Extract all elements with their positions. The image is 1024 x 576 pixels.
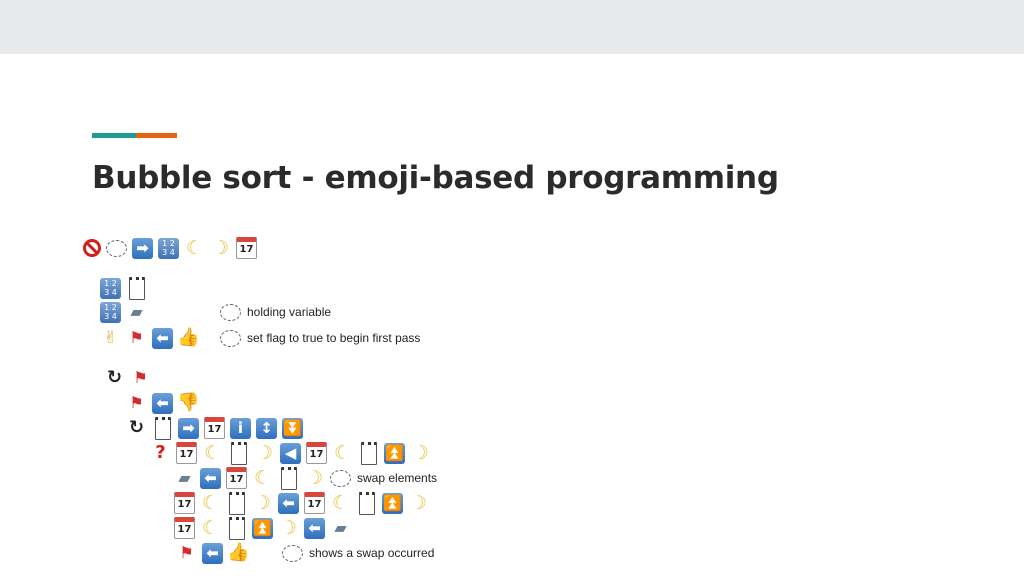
red-flag-icon: ⚑: [133, 368, 148, 387]
code-line-12: ⚑ ⬅ 👍 shows a swap occurred: [176, 541, 434, 565]
crescent-moon-right-icon: ☽: [253, 491, 272, 514]
crescent-moon-left-icon: ☾: [203, 441, 222, 464]
folder-icon: ▰: [178, 468, 191, 487]
code-line-10: 17 ☾ ☽ ⬅ 17 ☾ ⏫ ☽: [174, 491, 434, 515]
crescent-moon-left-icon: ☾: [201, 491, 220, 514]
fast-up-icon: ⏫: [382, 492, 403, 514]
comment-text-occurred: shows a swap occurred: [309, 546, 435, 560]
thought-bubble-icon: [220, 329, 241, 347]
crescent-moon-right-icon: ☽: [279, 516, 298, 539]
top-bar: [0, 0, 1024, 54]
crescent-moon-right-icon: ☽: [305, 466, 324, 489]
thought-bubble-icon: [106, 239, 127, 257]
code-line-9: ▰ ⬅ 17 ☾ ☽ swap elements: [174, 466, 437, 490]
crescent-moon-left-icon: ☾: [201, 516, 220, 539]
arrow-left-icon: ⬅: [304, 517, 325, 539]
calendar-icon: 17: [176, 442, 197, 464]
crescent-moon-left-icon: ☾: [253, 466, 272, 489]
code-line-8: ? 17 ☾ ☽ ◀ 17 ☾ ⏫ ☽: [150, 441, 436, 465]
calendar-icon: 17: [174, 492, 195, 514]
slide-title: Bubble sort - emoji-based programming: [92, 160, 779, 196]
arrow-left-icon: ⬅: [200, 467, 221, 489]
crescent-moon-right-icon: ☽: [411, 441, 430, 464]
calendar-icon: 17: [306, 442, 327, 464]
accent-bar-orange: [136, 133, 177, 138]
notepad-icon: [358, 491, 375, 515]
calendar-icon: 17: [226, 467, 247, 489]
folder-icon: ▰: [334, 518, 347, 537]
crescent-moon-left-icon: ☾: [185, 236, 204, 259]
thumbs-down-icon: 👎: [177, 392, 200, 413]
comment-text-holding: holding variable: [247, 305, 332, 319]
red-flag-icon: ⚑: [129, 328, 144, 347]
notepad-icon: [230, 441, 247, 465]
prohibited-icon: [83, 239, 101, 257]
code-line-5: ↻ ⚑: [104, 366, 156, 390]
folder-icon: ▰: [130, 302, 143, 321]
input-numbers-icon: 1 23 4: [100, 301, 121, 323]
red-flag-icon: ⚑: [179, 543, 194, 562]
crescent-moon-right-icon: ☽: [409, 491, 428, 514]
input-numbers-icon: 1 23 4: [158, 237, 179, 259]
thought-bubble-icon: [330, 469, 351, 487]
thought-bubble-icon: [220, 303, 241, 321]
crescent-moon-right-icon: ☽: [255, 441, 274, 464]
notepad-icon: [128, 276, 145, 300]
comment-flag: set flag to true to begin first pass: [220, 326, 420, 350]
calendar-icon: 17: [236, 237, 257, 259]
fast-up-icon: ⏫: [384, 442, 405, 464]
arrow-left-icon: ⬅: [278, 492, 299, 514]
arrow-right-icon: ➡: [178, 417, 199, 439]
thumbs-up-icon: 👍: [177, 327, 200, 348]
code-line-2: 1 23 4: [100, 276, 152, 300]
arrow-left-icon: ⬅: [152, 392, 173, 414]
notepad-icon: [360, 441, 377, 465]
notepad-icon: [154, 416, 171, 440]
crescent-moon-right-icon: ☽: [211, 236, 230, 259]
code-line-1: ➡ 1 23 4 ☾ ☽ 17: [83, 236, 262, 260]
arrow-left-icon: ⬅: [202, 542, 223, 564]
fast-up-icon: ⏫: [252, 517, 273, 539]
red-flag-icon: ⚑: [129, 393, 144, 412]
thought-bubble-icon: [282, 544, 303, 562]
accent-bar-teal: [92, 133, 136, 138]
crescent-moon-left-icon: ☾: [333, 441, 352, 464]
arrow-left-icon: ⬅: [152, 327, 173, 349]
notepad-icon: [228, 491, 245, 515]
loop-icon: ↻: [106, 367, 123, 388]
victory-hand-icon: ✌: [103, 327, 118, 348]
up-down-arrow-icon: ↕: [256, 417, 277, 439]
code-line-7: ↻ ➡ 17 i ↕ ⏬: [126, 416, 308, 440]
crescent-moon-left-icon: ☾: [331, 491, 350, 514]
arrow-right-icon: ➡: [132, 237, 153, 259]
question-mark-icon: ?: [155, 442, 166, 463]
code-line-3: 1 23 4 ▰: [100, 300, 152, 324]
loop-icon: ↻: [128, 417, 145, 438]
calendar-icon: 17: [204, 417, 225, 439]
comment-holding: holding variable: [220, 300, 331, 324]
calendar-icon: 17: [304, 492, 325, 514]
comment-text-flag: set flag to true to begin first pass: [247, 331, 421, 345]
comment-text-swap: swap elements: [357, 471, 438, 485]
play-reverse-icon: ◀: [280, 442, 301, 464]
double-down-arrow-icon: ⏬: [282, 417, 303, 439]
code-line-4: ✌ ⚑ ⬅ 👍: [100, 326, 204, 350]
information-icon: i: [230, 417, 251, 439]
code-line-11: 17 ☾ ⏫ ☽ ⬅ ▰: [174, 516, 356, 540]
notepad-icon: [228, 516, 245, 540]
code-line-6: ⚑ ⬅ 👎: [126, 391, 204, 415]
notepad-icon: [280, 466, 297, 490]
thumbs-up-icon: 👍: [227, 542, 250, 563]
calendar-icon: 17: [174, 517, 195, 539]
input-numbers-icon: 1 23 4: [100, 277, 121, 299]
